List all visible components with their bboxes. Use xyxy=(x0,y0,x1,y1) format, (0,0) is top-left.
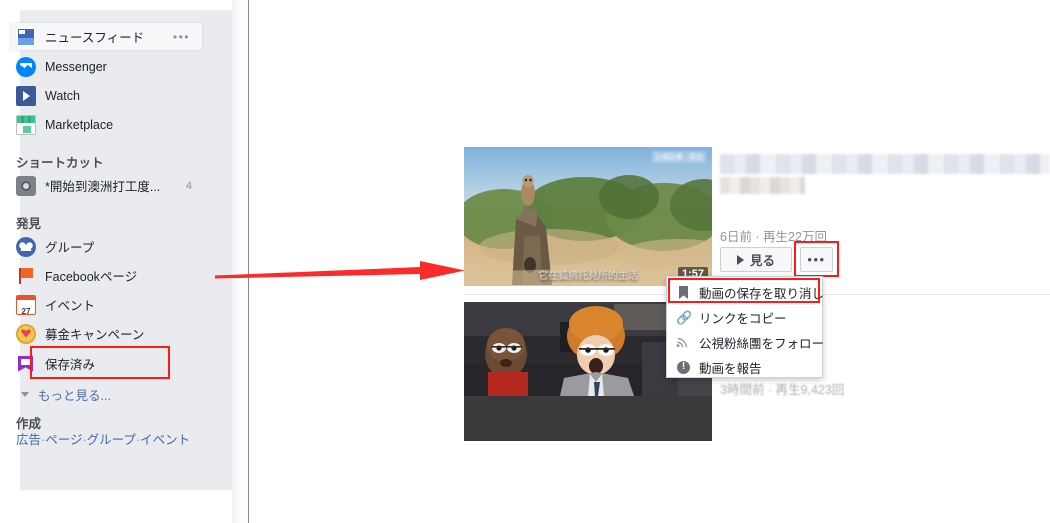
report-icon xyxy=(676,360,691,375)
annotation-box-unsave xyxy=(668,278,820,303)
sidebar-item-label: *開始到澳洲打工度... xyxy=(45,180,161,194)
sidebar-item-label: 募金キャンペーン xyxy=(45,328,145,342)
sidebar-item-watch[interactable]: Watch xyxy=(10,82,202,109)
sidebar-item-label: イベント xyxy=(45,299,96,313)
menu-item-label: 動画を報告 xyxy=(699,362,762,376)
sidebar-item-events[interactable]: イベント xyxy=(10,291,202,323)
video-thumbnail-1[interactable]: 公視記者 · 採訪 它在狐猬託見所的生活 1:57 xyxy=(464,147,712,286)
create-links-row: 広告·ページ·グループ·イベント xyxy=(16,431,216,449)
camera-icon xyxy=(16,175,36,196)
annotation-box-options xyxy=(794,241,839,277)
menu-item-label: リンクをコピー xyxy=(699,312,787,326)
calendar-icon xyxy=(16,294,36,323)
annotation-box-saved xyxy=(30,346,170,379)
create-link-event[interactable]: イベント xyxy=(140,433,190,447)
sidebar-item-label: Marketplace xyxy=(45,117,114,132)
create-link-ads[interactable]: 広告 xyxy=(16,433,41,447)
video-watermark: 公視記者 · 採訪 xyxy=(651,151,706,163)
sidebar-item-label: Facebookページ xyxy=(45,270,138,284)
sidebar-item-label: ニュースフィード xyxy=(45,31,145,45)
rss-icon-glyph xyxy=(676,337,687,348)
messenger-icon xyxy=(16,56,36,77)
shortcuts-heading: ショートカット xyxy=(16,156,104,170)
page-flag-icon xyxy=(16,266,36,286)
sidebar-see-more[interactable]: もっと見る... xyxy=(10,381,202,408)
menu-item-label: 公視粉絲團をフォロー xyxy=(699,337,825,351)
explore-heading: 発見 xyxy=(16,217,42,231)
sidebar-item-fundraisers[interactable]: 募金キャンペーン xyxy=(10,320,202,347)
menu-item-report-video[interactable]: 動画を報告 xyxy=(667,355,822,380)
sidebar-item-groups[interactable]: グループ xyxy=(10,233,202,260)
sidebar-item-label: Watch xyxy=(45,88,80,103)
video-thumbnail-1-image xyxy=(464,147,712,286)
watch-button[interactable]: 見る xyxy=(720,247,792,272)
sidebar-item-label: Messenger xyxy=(45,59,107,74)
donate-heart-icon xyxy=(16,323,36,344)
chevron-down-icon xyxy=(21,392,29,397)
marketplace-icon xyxy=(16,114,36,135)
newsfeed-icon xyxy=(16,26,36,47)
annotation-arrow xyxy=(215,261,465,280)
sidebar-item-messenger[interactable]: Messenger xyxy=(10,53,202,80)
watch-icon xyxy=(16,85,36,106)
sidebar-item-newsfeed[interactable]: ニュースフィード ••• xyxy=(10,23,202,50)
create-link-page[interactable]: ページ xyxy=(45,433,82,447)
create-link-group[interactable]: グループ xyxy=(87,433,136,447)
groups-icon xyxy=(16,236,36,257)
rss-icon xyxy=(676,335,691,350)
video-subtitle-blurred xyxy=(720,177,805,194)
link-icon: 🔗 xyxy=(676,310,693,325)
watch-button-label: 見る xyxy=(749,254,775,268)
sidebar-item-shortcut-0[interactable]: *開始到澳洲打工度... 4 xyxy=(10,172,202,199)
create-heading: 作成 xyxy=(16,417,42,431)
sidebar-item-label: グループ xyxy=(45,241,95,255)
shortcut-count-badge: 4 xyxy=(185,179,192,192)
menu-item-follow-page[interactable]: 公視粉絲團をフォロー xyxy=(667,330,825,355)
play-icon xyxy=(736,254,744,265)
sidebar-item-marketplace[interactable]: Marketplace xyxy=(10,111,202,138)
see-more-label: もっと見る... xyxy=(38,389,111,403)
menu-item-copy-link[interactable]: 🔗 リンクをコピー xyxy=(667,305,822,330)
video-meta-2: 3時間前 · 再生9,423回 xyxy=(720,383,845,397)
newsfeed-options-icon[interactable]: ••• xyxy=(173,31,190,43)
video-title-blurred[interactable] xyxy=(720,154,1050,174)
sidebar-item-pages[interactable]: Facebookページ xyxy=(10,262,202,289)
